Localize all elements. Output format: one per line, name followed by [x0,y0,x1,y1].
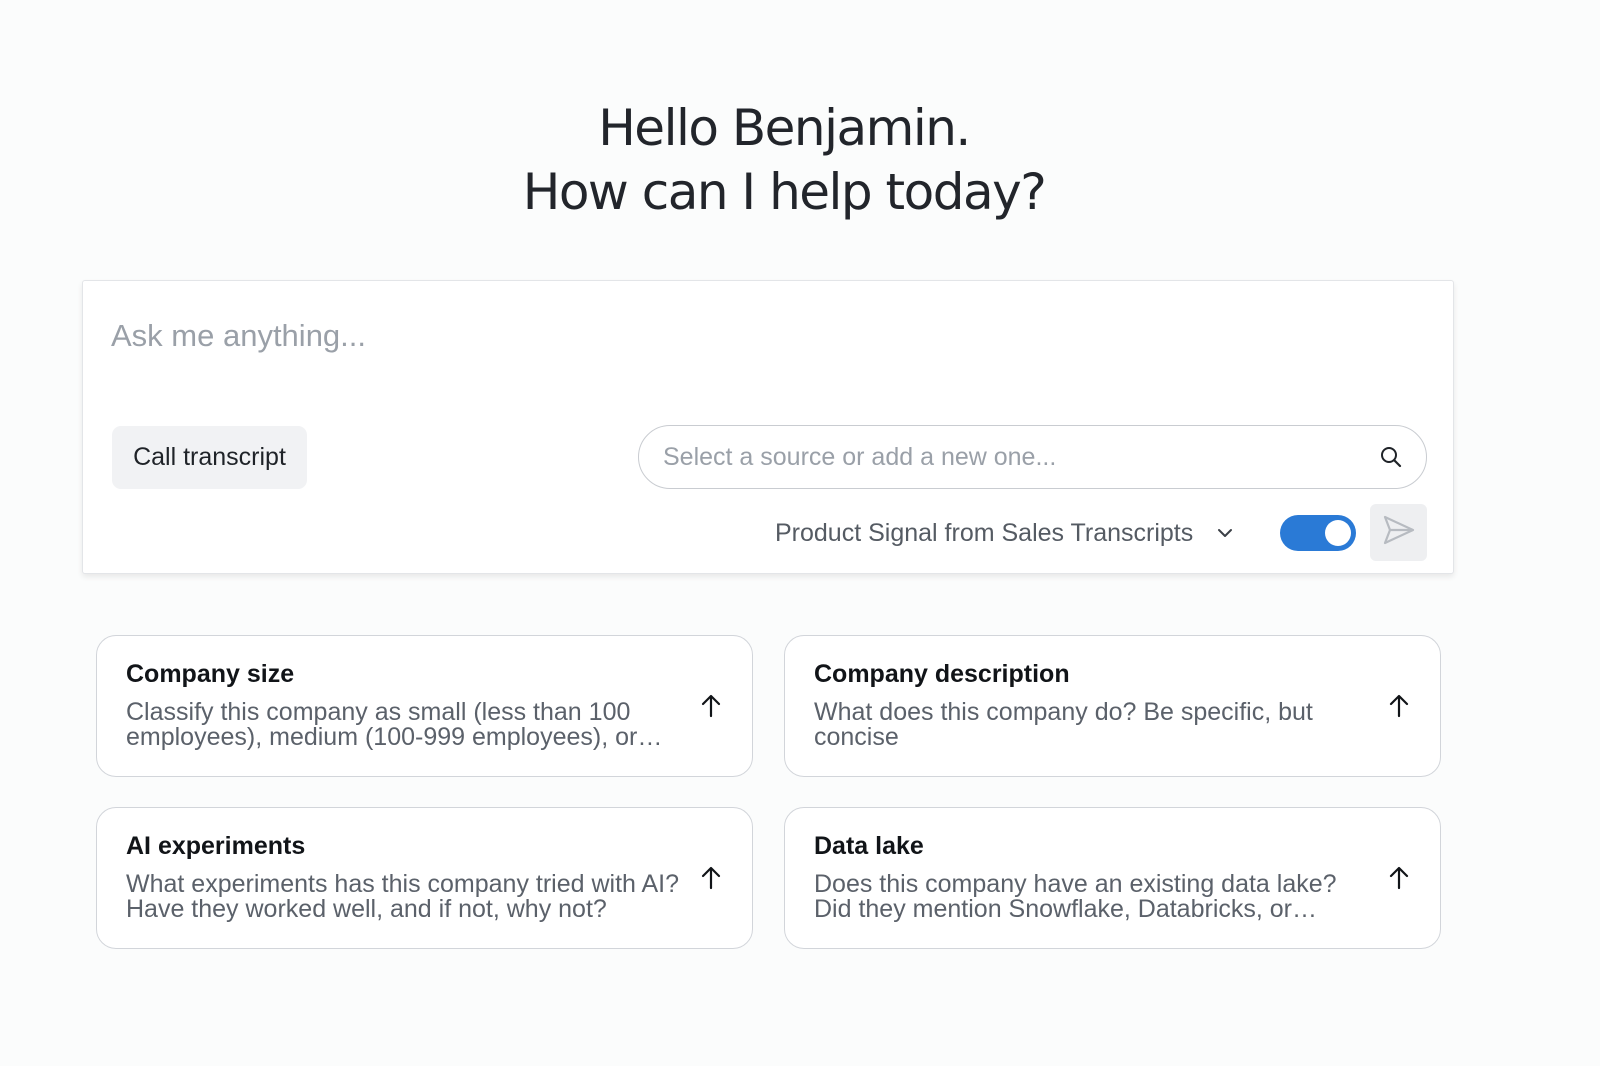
suggestion-description: What does this company do? Be specific, … [814,700,1313,750]
suggestion-description: What experiments has this company tried … [126,872,680,922]
suggestion-title: Company size [126,660,295,688]
call-transcript-chip[interactable]: Call transcript [112,426,307,489]
greeting-line-2: How can I help today? [522,163,1047,221]
chevron-down-icon [1215,521,1239,545]
chip-label: Call transcript [133,443,286,471]
arrow-up-icon [1385,692,1413,720]
arrow-up-icon [697,864,725,892]
suggestion-description: Classify this company as small (less tha… [126,700,638,750]
greeting-heading: Hello Benjamin. How can I help today? [0,96,1568,224]
source-select-dropdown[interactable]: Product Signal from Sales Transcripts [775,513,1239,553]
toggle-knob [1325,520,1351,546]
greeting-line-1: Hello Benjamin. [598,99,971,157]
suggestion-card-ai-experiments[interactable]: AI experiments What experiments has this… [96,807,753,949]
search-icon[interactable] [1376,442,1406,472]
ask-input[interactable] [111,311,1411,361]
suggestion-title: Data lake [814,832,924,860]
source-search-input[interactable] [661,436,1376,478]
arrow-up-icon [1385,864,1413,892]
source-search-field[interactable] [638,425,1427,489]
suggestion-title: AI experiments [126,832,306,860]
send-button[interactable] [1370,504,1427,561]
source-toggle[interactable] [1280,515,1356,551]
send-icon [1381,512,1417,553]
suggestion-card-company-size[interactable]: Company size Classify this company as sm… [96,635,753,777]
suggestion-description: Does this company have an existing data … [814,872,1337,922]
prompt-composer: Call transcript Product Signal from Sale… [82,280,1454,574]
arrow-up-icon [697,692,725,720]
suggestion-title: Company description [814,660,1070,688]
suggestion-card-data-lake[interactable]: Data lake Does this company have an exis… [784,807,1441,949]
selected-source-label: Product Signal from Sales Transcripts [775,518,1194,547]
suggestion-card-company-description[interactable]: Company description What does this compa… [784,635,1441,777]
